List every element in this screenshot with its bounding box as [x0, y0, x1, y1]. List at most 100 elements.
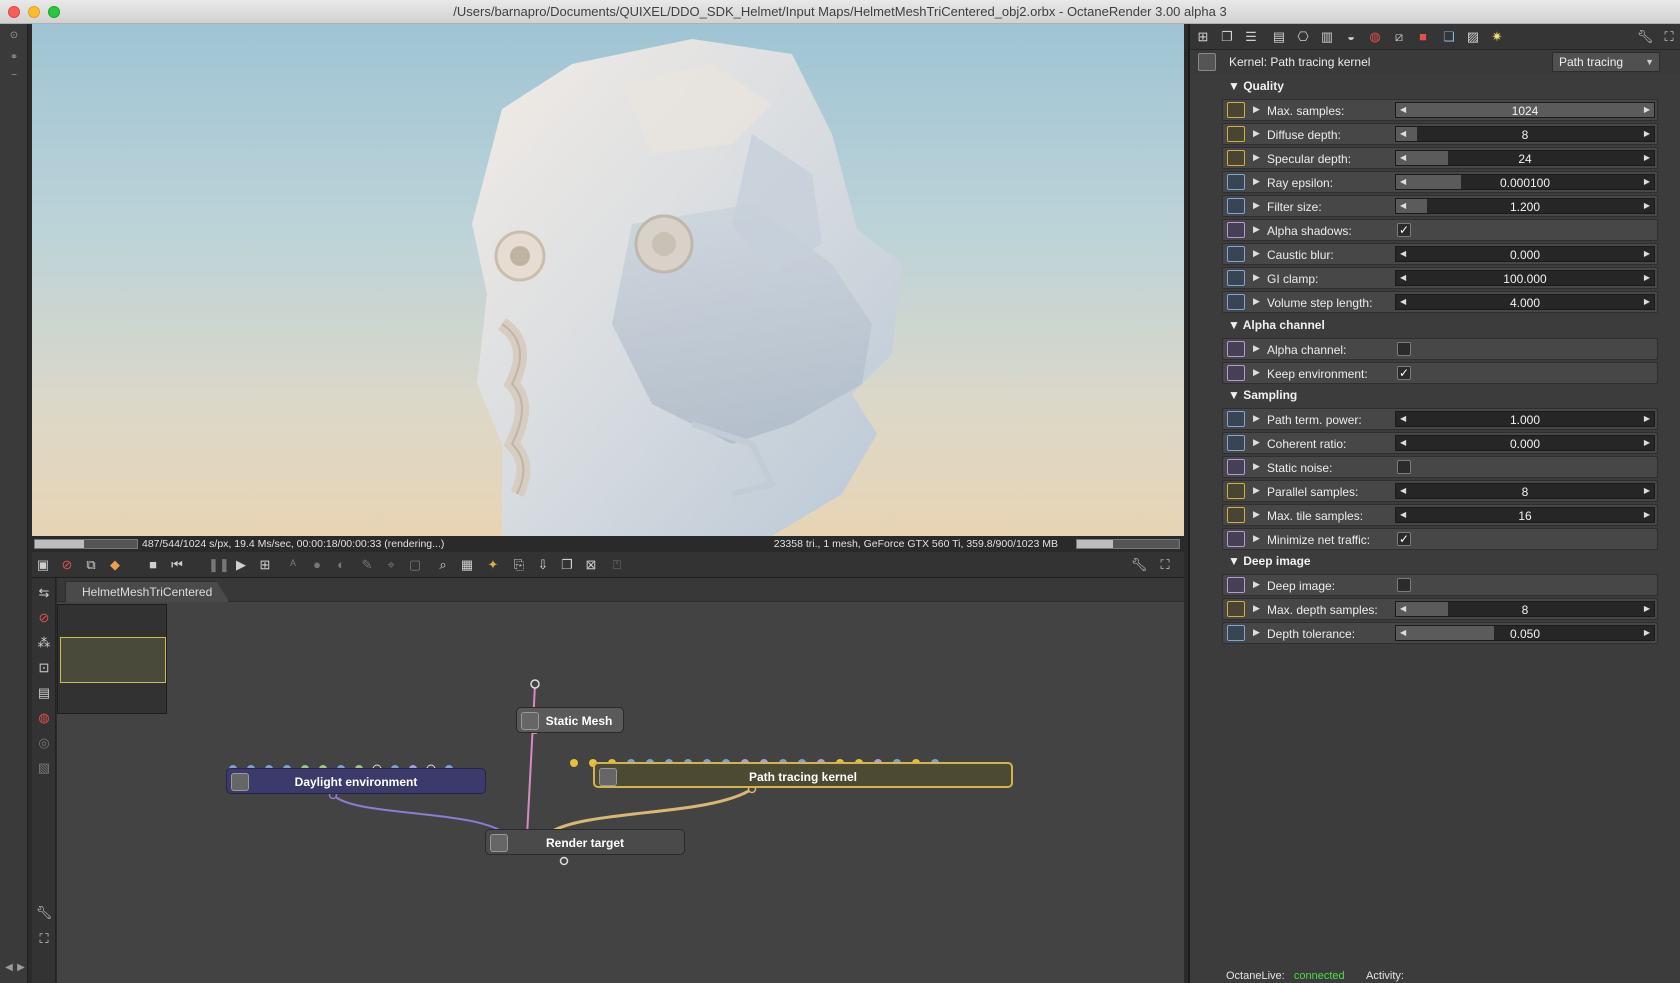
parallel-samples-slider[interactable]: ◀ 8 ▶	[1395, 483, 1655, 499]
increment-icon[interactable]: ▶	[1644, 177, 1650, 186]
int-pin-icon[interactable]	[1227, 150, 1245, 166]
expand-icon[interactable]: ▶	[1253, 296, 1260, 307]
expand-icon[interactable]: ▶	[1253, 413, 1260, 424]
inspector-material-icon[interactable]: ◍	[1366, 28, 1384, 46]
camera-target-icon[interactable]: ⌖	[382, 556, 400, 574]
inspector-film-icon[interactable]: ▥	[1318, 28, 1336, 46]
restart-render-icon[interactable]: ⏮	[168, 556, 186, 574]
diffuse-depth-slider[interactable]: ◀ 8 ▶	[1395, 126, 1655, 142]
white-balance-icon[interactable]: ●	[308, 556, 326, 574]
node-wrench-icon[interactable]: 🔧︎	[35, 904, 53, 922]
inspector-layers-icon[interactable]: ❏	[1440, 28, 1458, 46]
increment-icon[interactable]: ▶	[1644, 486, 1650, 495]
material-node-icon[interactable]: ◍	[35, 709, 53, 727]
expand-icon[interactable]: ▶	[1253, 176, 1260, 187]
int-pin-icon[interactable]	[1227, 601, 1245, 617]
gizmo-icon[interactable]: ✦	[484, 556, 502, 574]
int-pin-icon[interactable]	[1227, 483, 1245, 499]
expand-icon[interactable]: ▶	[1253, 485, 1260, 496]
static-mesh-node[interactable]: Static Mesh	[516, 707, 624, 733]
int-pin-icon[interactable]	[1227, 126, 1245, 142]
section-deep-image[interactable]: ▼ Deep image	[1228, 554, 1311, 572]
inspector-render-target-icon[interactable]: ▤	[1270, 28, 1288, 46]
path-tracing-kernel-node[interactable]: Path tracing kernel	[593, 762, 1013, 788]
static-noise-checkbox[interactable]	[1397, 460, 1411, 474]
increment-icon[interactable]: ▶	[1644, 510, 1650, 519]
section-sampling[interactable]: ▼ Sampling	[1228, 388, 1297, 406]
dock-link-icon[interactable]: ⚭	[7, 52, 21, 64]
coherent-ratio-slider[interactable]: ◀ 0.000 ▶	[1395, 435, 1655, 451]
inspector-wrench-icon[interactable]: 🔧︎	[1636, 28, 1654, 46]
expand-icon[interactable]: ▶	[1253, 437, 1260, 448]
inspector-imager-icon[interactable]: ⧄	[1390, 28, 1408, 46]
node-fullscreen-icon[interactable]: ⛶	[35, 930, 53, 948]
expand-icon[interactable]: ▶	[1253, 533, 1260, 544]
inspector-image-icon[interactable]: ▨	[1464, 28, 1482, 46]
bool-pin-icon[interactable]	[1227, 222, 1245, 238]
decal-icon[interactable]: ⍞	[608, 556, 626, 574]
expand-icon[interactable]: ▶	[1253, 128, 1260, 139]
expand-icon[interactable]: ▶	[1253, 343, 1260, 354]
focus-picker-icon[interactable]: ᴬ	[284, 556, 302, 574]
expand-icon[interactable]: ▶	[1253, 248, 1260, 259]
expand-icon[interactable]: ▶	[1253, 603, 1260, 614]
float-pin-icon[interactable]	[1227, 294, 1245, 310]
expand-icon[interactable]: ▶	[1253, 461, 1260, 472]
save-render-icon[interactable]: ⇩	[534, 556, 552, 574]
increment-icon[interactable]: ▶	[1644, 105, 1650, 114]
daylight-environment-node[interactable]: Daylight environment	[226, 768, 486, 794]
kernel-type-select[interactable]: Path tracing ▼	[1552, 52, 1660, 72]
minimize-net-traffic-checkbox[interactable]: ✓	[1397, 532, 1411, 546]
expand-icon[interactable]: ▶	[1253, 272, 1260, 283]
inspector-fullscreen-icon[interactable]: ⛶	[1660, 28, 1678, 46]
real-time-icon[interactable]: ⊞	[256, 556, 274, 574]
float-pin-icon[interactable]	[1227, 198, 1245, 214]
expand-icon[interactable]: ▶	[1253, 200, 1260, 211]
float-pin-icon[interactable]	[1227, 411, 1245, 427]
increment-icon[interactable]: ▶	[1644, 414, 1650, 423]
expand-icon[interactable]: ▶	[1253, 509, 1260, 520]
expand-icon[interactable]: ▶	[1253, 367, 1260, 378]
float-pin-icon[interactable]	[1227, 246, 1245, 262]
alpha-channel-checkbox[interactable]	[1397, 342, 1411, 356]
dock-minus-icon[interactable]: −	[7, 70, 21, 82]
float-pin-icon[interactable]	[1227, 270, 1245, 286]
inspector-postproc-icon[interactable]: ✷	[1488, 28, 1506, 46]
bool-pin-icon[interactable]	[1227, 341, 1245, 357]
render-target-node-icon[interactable]: ▤	[35, 684, 53, 702]
lock-viewport-icon[interactable]: ▦	[458, 556, 476, 574]
float-pin-icon[interactable]	[1227, 435, 1245, 451]
copy-render-icon[interactable]: ⎘	[510, 556, 528, 574]
select-all-icon[interactable]: ⊡	[35, 659, 53, 677]
dock-pin-icon[interactable]: ⊙	[7, 30, 21, 42]
deep-image-checkbox[interactable]	[1397, 578, 1411, 592]
section-alpha[interactable]: ▼ Alpha channel	[1228, 318, 1325, 336]
keep-environment-checkbox[interactable]: ✓	[1397, 366, 1411, 380]
section-quality[interactable]: ▼ Quality	[1228, 79, 1284, 97]
pause-render-icon[interactable]: ❚❚	[208, 556, 230, 574]
increment-icon[interactable]: ▶	[1644, 249, 1650, 258]
filter-size-slider[interactable]: ◀ 1.200 ▶	[1395, 198, 1655, 214]
max-depth-samples-slider[interactable]: ◀ 8 ▶	[1395, 601, 1655, 617]
render-target-node[interactable]: Render target	[485, 829, 685, 855]
expand-icon[interactable]: ▶	[1253, 627, 1260, 638]
increment-icon[interactable]: ▶	[1644, 438, 1650, 447]
background-image-icon[interactable]: ⊠	[582, 556, 600, 574]
increment-icon[interactable]: ▶	[1644, 297, 1650, 306]
expand-icon[interactable]: ▶	[1253, 579, 1260, 590]
inspector-env-icon[interactable]: ◒	[1342, 28, 1360, 46]
caustic-blur-slider[interactable]: ◀ 0.000 ▶	[1395, 246, 1655, 262]
expand-icon[interactable]: ▶	[1253, 224, 1260, 235]
inspector-kernel-icon[interactable]: ⊞	[1194, 28, 1212, 46]
clay-mode-icon[interactable]: ⊘	[58, 556, 76, 574]
expand-icon[interactable]: ▶	[1253, 104, 1260, 115]
settings-wrench-icon[interactable]: 🔧︎	[1130, 556, 1148, 574]
region-picker-icon[interactable]: ▢	[406, 556, 424, 574]
max-samples-slider[interactable]: ◀ 1024 ▶	[1395, 102, 1655, 118]
increment-icon[interactable]: ▶	[1644, 628, 1650, 637]
zoom-icon[interactable]: ⌕	[434, 556, 452, 574]
specular-depth-slider[interactable]: ◀ 24 ▶	[1395, 150, 1655, 166]
increment-icon[interactable]: ▶	[1644, 273, 1650, 282]
bool-pin-icon[interactable]	[1227, 459, 1245, 475]
volume-step-slider[interactable]: ◀ 4.000 ▶	[1395, 294, 1655, 310]
